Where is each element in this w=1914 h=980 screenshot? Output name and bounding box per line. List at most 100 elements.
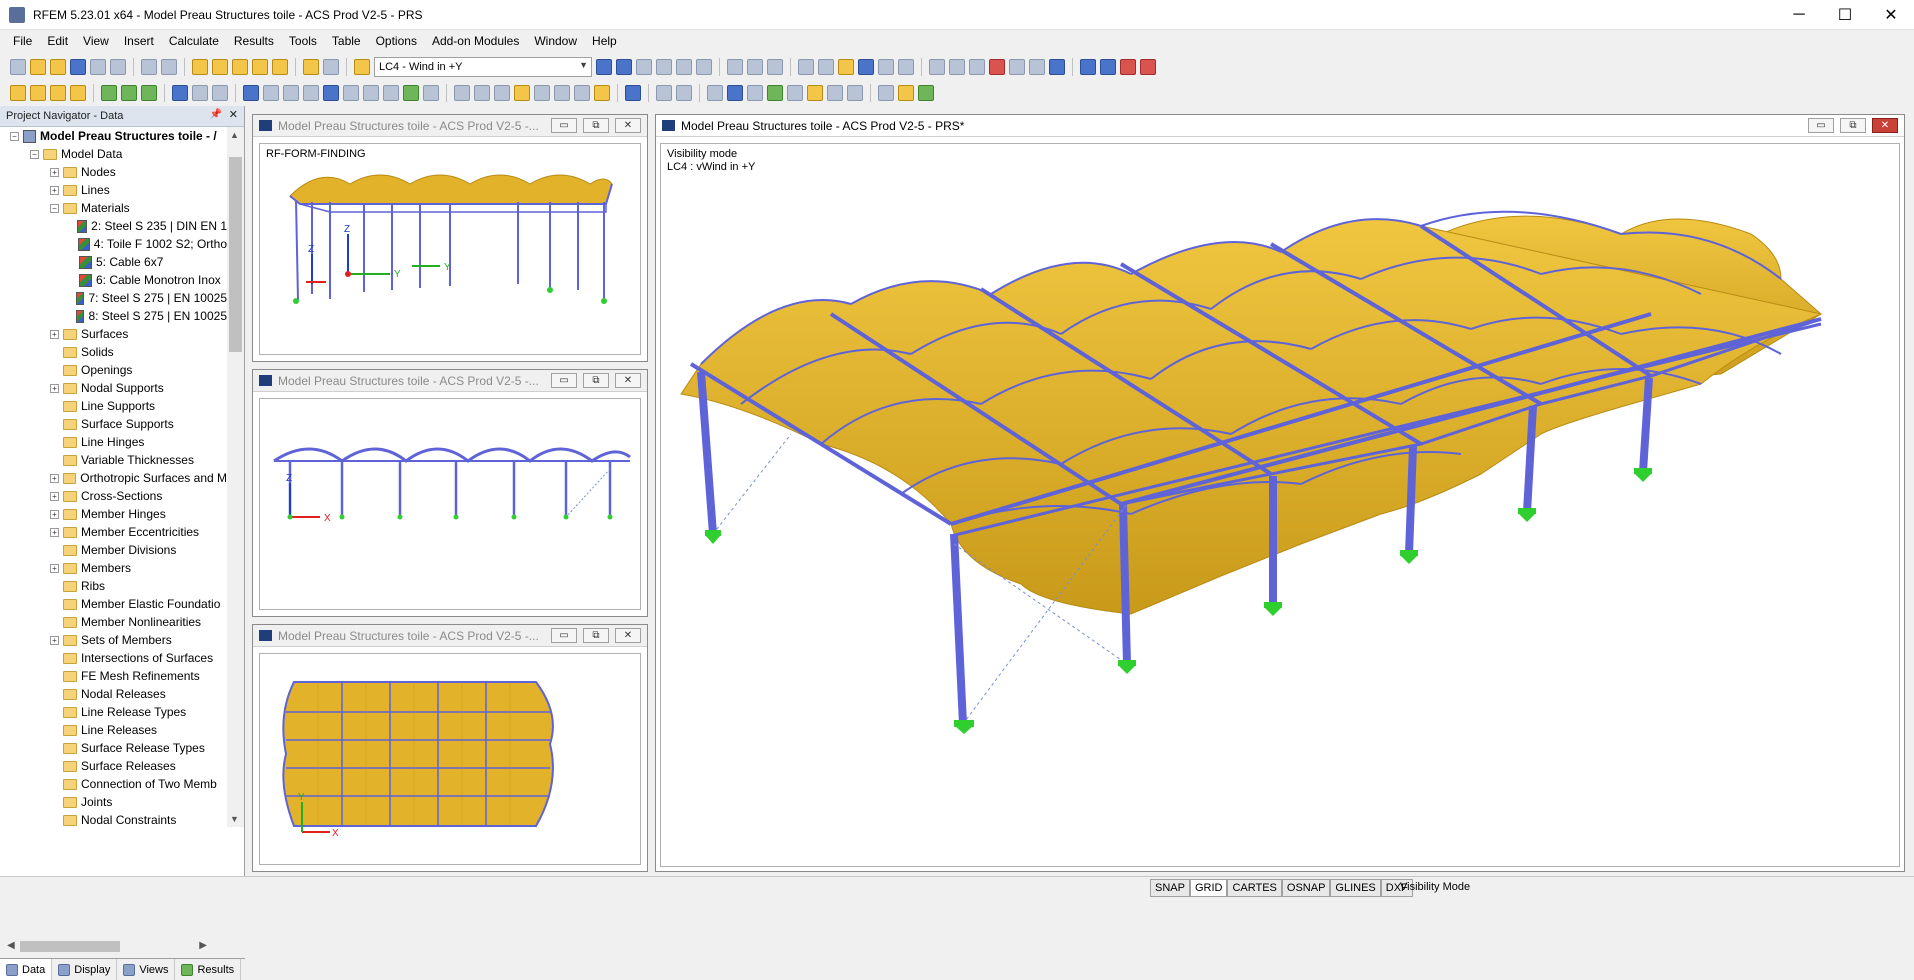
load-nodal-icon[interactable] [454, 85, 470, 101]
tree-item[interactable]: Line Release Types [0, 703, 227, 721]
print-icon[interactable] [90, 59, 106, 75]
supports-icon[interactable] [969, 59, 985, 75]
subwindow-form-finding[interactable]: Model Preau Structures toile - ACS Prod … [252, 114, 648, 362]
nodes-icon[interactable] [949, 59, 965, 75]
tree-item[interactable]: Surface Releases [0, 757, 227, 775]
minimize-button[interactable]: ▭ [1808, 118, 1834, 133]
minimize-button[interactable]: ▭ [551, 628, 577, 643]
wireframe-icon[interactable] [818, 59, 834, 75]
tree-item[interactable]: + Member Eccentricities [0, 523, 227, 541]
menu-edit[interactable]: Edit [47, 34, 68, 48]
load-member-icon[interactable] [474, 85, 490, 101]
tree-item[interactable]: Openings [0, 361, 227, 379]
tree-item[interactable]: 4: Toile F 1002 S2; Ortho [0, 235, 227, 253]
expand-icon[interactable]: + [50, 635, 59, 645]
front-view-icon[interactable] [898, 59, 914, 75]
pdf-icon[interactable] [1120, 59, 1136, 75]
surface-tool-icon[interactable] [121, 85, 137, 101]
undo-icon[interactable] [141, 59, 157, 75]
settings-icon[interactable] [1049, 59, 1065, 75]
values-icon[interactable] [656, 59, 672, 75]
node-tool-icon[interactable] [10, 85, 26, 101]
display-supports-icon[interactable] [767, 85, 783, 101]
iso-view-icon[interactable] [858, 59, 874, 75]
load-case-icon[interactable] [354, 59, 370, 75]
tree-item[interactable]: + Member Hinges [0, 505, 227, 523]
tree-item[interactable]: Member Divisions [0, 541, 227, 559]
minimize-button[interactable]: ─ [1776, 0, 1822, 30]
load-case-dropdown[interactable]: LC4 - Wind in +Y ▼ [374, 57, 592, 77]
tree-item[interactable]: 8: Steel S 275 | EN 10025 [0, 307, 227, 325]
expand-icon[interactable]: + [50, 329, 59, 339]
load-wizard-icon[interactable] [554, 85, 570, 101]
tree-item[interactable]: Member Elastic Foundatio [0, 595, 227, 613]
connect-tool-icon[interactable] [363, 85, 379, 101]
tree-item[interactable]: + Nodes [0, 163, 227, 181]
menu-view[interactable]: View [83, 34, 109, 48]
menu-calculate[interactable]: Calculate [169, 34, 219, 48]
zoom-icon[interactable] [272, 59, 288, 75]
view-x-icon[interactable] [747, 59, 763, 75]
maximize-button[interactable]: ⧉ [583, 628, 609, 643]
image-icon[interactable] [1029, 59, 1045, 75]
expand-icon[interactable]: + [50, 527, 59, 537]
load-surface-icon[interactable] [514, 85, 530, 101]
tree-item[interactable]: + Surfaces [0, 325, 227, 343]
collapse-icon[interactable]: − [10, 131, 19, 141]
members-icon[interactable] [929, 59, 945, 75]
tree-item[interactable]: 7: Steel S 275 | EN 10025 [0, 289, 227, 307]
close-icon[interactable]: ✕ [229, 108, 238, 121]
dimension-icon[interactable] [656, 85, 672, 101]
menu-options[interactable]: Options [376, 34, 417, 48]
tree-item[interactable]: Surface Supports [0, 415, 227, 433]
close-button[interactable]: ✕ [1872, 118, 1898, 133]
open-project-icon[interactable] [50, 59, 66, 75]
load-imposed-icon[interactable] [534, 85, 550, 101]
import-icon[interactable] [1100, 59, 1116, 75]
scale-tool-icon[interactable] [323, 85, 339, 101]
display-grid-icon[interactable] [807, 85, 823, 101]
osnap-toggle[interactable]: OSNAP [1281, 879, 1331, 897]
tree-item[interactable]: Member Nonlinearities [0, 613, 227, 631]
scroll-up-icon[interactable]: ▲ [230, 130, 239, 140]
tree-root[interactable]: − Model Preau Structures toile - / [0, 127, 227, 145]
camera-icon[interactable] [1009, 59, 1025, 75]
collapse-icon[interactable]: − [50, 203, 59, 213]
tree-item[interactable]: Ribs [0, 577, 227, 595]
expand-icon[interactable]: + [50, 383, 59, 393]
move-tool-icon[interactable] [263, 85, 279, 101]
load-case-manager-icon[interactable] [594, 85, 610, 101]
support-tool-icon[interactable] [172, 85, 188, 101]
maximize-button[interactable]: ⧉ [1840, 118, 1866, 133]
expand-icon[interactable]: + [50, 473, 59, 483]
scroll-thumb[interactable] [20, 941, 120, 952]
close-button[interactable]: ✕ [1868, 0, 1914, 30]
top-view-icon[interactable] [878, 59, 894, 75]
expand-icon[interactable]: + [50, 185, 59, 195]
pin-icon[interactable]: 📌 [210, 109, 222, 120]
load-generate-icon[interactable] [574, 85, 590, 101]
solid-tool-icon[interactable] [141, 85, 157, 101]
tree-item[interactable]: 5: Cable 6x7 [0, 253, 227, 271]
tree-item[interactable]: FE Mesh Refinements [0, 667, 227, 685]
print-report-icon[interactable] [110, 59, 126, 75]
mirror-tool-icon[interactable] [303, 85, 319, 101]
tab-views[interactable]: Views [117, 959, 176, 980]
render-icon[interactable] [798, 59, 814, 75]
tree-item[interactable]: Joints [0, 793, 227, 811]
close-button[interactable]: ✕ [615, 118, 641, 133]
save-icon[interactable] [70, 59, 86, 75]
minimize-button[interactable]: ▭ [551, 118, 577, 133]
viewport[interactable]: RF-FORM-FINDING Y Y Z Z [259, 143, 641, 355]
view-y-icon[interactable] [767, 59, 783, 75]
redo-icon[interactable] [161, 59, 177, 75]
delete-icon[interactable] [989, 59, 1005, 75]
navigator-horizontal-scrollbar[interactable]: ◀ ▶ [0, 938, 227, 955]
menu-file[interactable]: File [13, 34, 32, 48]
report-icon[interactable] [1140, 59, 1156, 75]
collapse-icon[interactable]: − [30, 149, 39, 159]
display-surfaces-icon[interactable] [727, 85, 743, 101]
menu-help[interactable]: Help [592, 34, 617, 48]
expand-icon[interactable]: + [50, 167, 59, 177]
polyline-tool-icon[interactable] [70, 85, 86, 101]
